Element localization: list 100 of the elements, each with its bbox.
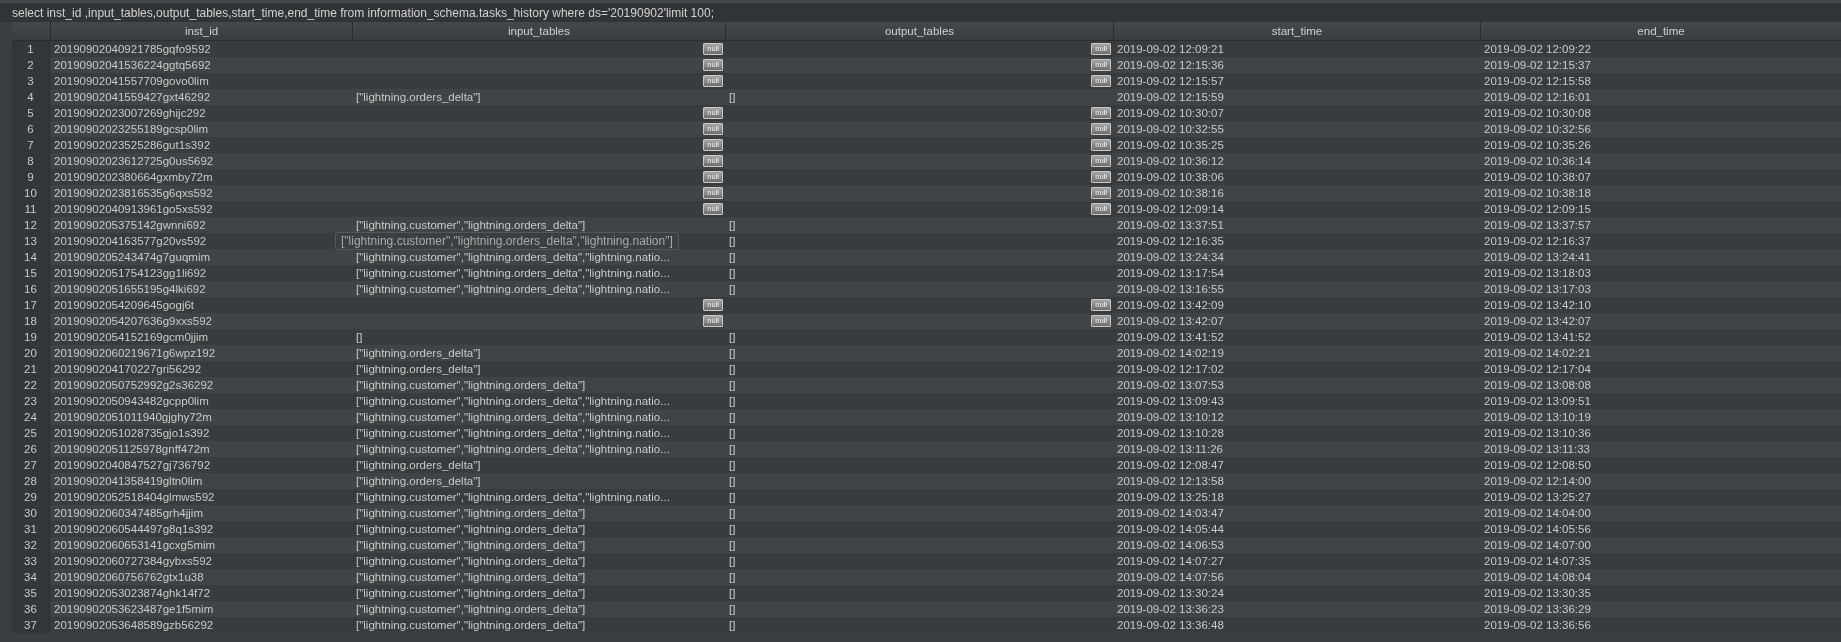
- table-cell-text: 2019-09-02 13:24:41: [1483, 250, 1592, 265]
- table-cell-text: ["lightning.customer","lightning.orders_delta"]: [355, 506, 587, 521]
- row-number: 3: [12, 73, 50, 89]
- table-cell-text: []: [728, 410, 737, 425]
- table-cell-text: []: [728, 490, 737, 505]
- table-cell-text: ["lightning.orders_delta"]: [355, 474, 482, 489]
- table-cell-text: 2019-09-02 14:08:04: [1483, 570, 1592, 585]
- table-cell-text: 2019-09-02 12:13:58: [1116, 474, 1225, 489]
- row-number: 26: [12, 441, 50, 457]
- table-cell-text: []: [728, 522, 737, 537]
- table-row[interactable]: 26 20190902051125978gnff472m ["lightning.customer","lightning.orders_delta","lightning.natio... [] 2019-09-02 13:11:26 2019-09-02 13:11:33: [12, 441, 1841, 457]
- table-row[interactable]: 16 20190902051655195g4lki692 ["lightning.customer","lightning.orders_delta","lightning.natio... [] 2019-09-02 13:16:55 2019-09-02 13:17:03: [12, 281, 1841, 297]
- table-cell-text: 2019090204170227gri56292: [53, 362, 203, 377]
- column-header[interactable]: input_tables: [352, 22, 725, 40]
- column-header[interactable]: end_time: [1480, 22, 1841, 40]
- table-row[interactable]: 20 20190902060219671g6wpz192 ["lightning.orders_delta"] [] 2019-09-02 14:02:19 2019-09-02 14:02:21: [12, 345, 1841, 361]
- table-cell-text: 2019-09-02 14:02:21: [1483, 346, 1592, 361]
- row-number: 37: [12, 617, 50, 633]
- table-cell-text: 2019-09-02 13:30:35: [1483, 586, 1592, 601]
- table-cell-text: ["lightning.orders_delta"]: [355, 90, 482, 105]
- table-row[interactable]: 4 20190902041559427gxt46292 ["lightning.orders_delta"] [] 2019-09-02 12:15:59 2019-09-02 12:16:01: [12, 89, 1841, 105]
- table-cell-text: 20190902053023874ghk14f72: [53, 586, 212, 601]
- table-cell-text: 20190902041536224ggtq5692: [53, 58, 212, 73]
- table-cell-text: 2019-09-02 12:17:02: [1116, 362, 1225, 377]
- table-cell-text: 2019-09-02 12:09:21: [1116, 42, 1225, 57]
- table-row[interactable]: 28 20190902041358419gltn0lim ["lightning.orders_delta"] [] 2019-09-02 12:13:58 2019-09-02 12:14:00: [12, 473, 1841, 489]
- table-cell-text: []: [728, 442, 737, 457]
- table-cell-text: 2019-09-02 12:17:04: [1483, 362, 1592, 377]
- table-cell-text: []: [728, 426, 737, 441]
- row-number: 29: [12, 489, 50, 505]
- table-cell-text: 20190902041557709govo0lim: [53, 74, 210, 89]
- table-cell-text: []: [728, 234, 737, 249]
- table-cell-text: 2019-09-02 14:03:47: [1116, 506, 1225, 521]
- table-row[interactable]: 30 20190902060347485grh4jjim ["lightning.customer","lightning.orders_delta"] [] 2019-09-02 14:03:47 2019-09-02 14:04:00: [12, 505, 1841, 521]
- table-row[interactable]: 34 20190902060756762gtx1u38 ["lightning.customer","lightning.orders_delta"] [] 2019-09-02 14:07:56 2019-09-02 14:08:04: [12, 569, 1841, 585]
- table-cell-text: 2019-09-02 13:09:51: [1483, 394, 1592, 409]
- table-cell-text: ["lightning.customer","lightning.orders_delta"]: [355, 378, 587, 393]
- table-cell-text: []: [355, 330, 364, 345]
- table-cell-text: 2019-09-02 13:17:54: [1116, 266, 1225, 281]
- row-number: 22: [12, 377, 50, 393]
- table-row[interactable]: 32 20190902060653141gcxg5mim ["lightning.customer","lightning.orders_delta"] [] 2019-09-02 14:06:53 2019-09-02 14:07:00: [12, 537, 1841, 553]
- table-cell-text: []: [728, 362, 737, 377]
- table-cell-text: 20190902060727384gybxs592: [53, 554, 213, 569]
- table-cell-text: 2019-09-02 13:10:36: [1483, 426, 1592, 441]
- table-cell-text: ["lightning.customer","lightning.orders_delta"]: [355, 570, 587, 585]
- table-cell-text: 2019-09-02 12:08:47: [1116, 458, 1225, 473]
- table-cell-text: 20190902051655195g4lki692: [53, 282, 207, 297]
- row-number: 28: [12, 473, 50, 489]
- table-cell-text: 2019-09-02 13:37:57: [1483, 218, 1592, 233]
- row-number: 30: [12, 505, 50, 521]
- table-row[interactable]: 12 2019090205375142gwnni692 ["lightning.customer","lightning.orders_delta"] [] 2019-09-02 13:37:51 2019-09-02 13:37:57: [12, 217, 1841, 233]
- table-cell-text: 20190902060347485grh4jjim: [53, 506, 204, 521]
- table-cell-text: ["lightning.orders_delta"]: [355, 346, 482, 361]
- sql-query[interactable]: select inst_id ,input_tables,output_tables,start_time,end_time from information_schema.tasks_history where ds='20190902'limit 100;: [12, 5, 714, 20]
- table-cell-text: 2019-09-02 13:24:34: [1116, 250, 1225, 265]
- table-row[interactable]: 36 20190902053623487ge1f5mim ["lightning.customer","lightning.orders_delta"] [] 2019-09-02 13:36:23 2019-09-02 13:36:29: [12, 601, 1841, 617]
- table-cell-text: 2019-09-02 10:30:07: [1116, 106, 1225, 121]
- table-cell-text: 20190902023007269ghijc292: [53, 106, 207, 121]
- table-cell-text: ["lightning.customer","lightning.orders_delta"]: [355, 218, 587, 233]
- table-cell-text: 2019-09-02 10:38:18: [1483, 186, 1592, 201]
- table-cell-text: 20190902053623487ge1f5mim: [53, 602, 215, 617]
- row-number: 23: [12, 393, 50, 409]
- table-cell-text: 2019-09-02 10:30:08: [1483, 106, 1592, 121]
- table-cell-text: ["lightning.customer","lightning.orders_delta","lightning.natio...: [355, 394, 671, 409]
- table-cell-text: []: [728, 90, 737, 105]
- table-cell-text: 2019-09-02 12:08:50: [1483, 458, 1592, 473]
- table-cell-text: 2019-09-02 12:15:58: [1483, 74, 1592, 89]
- row-number: 27: [12, 457, 50, 473]
- table-cell-text: ["lightning.customer","lightning.orders_delta"]: [355, 554, 587, 569]
- row-number: 15: [12, 265, 50, 281]
- column-header[interactable]: start_time: [1113, 22, 1480, 40]
- row-number: 25: [12, 425, 50, 441]
- column-header[interactable]: output_tables: [725, 22, 1113, 40]
- table-cell-text: 2019-09-02 10:38:06: [1116, 170, 1225, 185]
- row-number: 2: [12, 57, 50, 73]
- row-number: 34: [12, 569, 50, 585]
- table-cell-text: 2019090205375142gwnni692: [53, 218, 207, 233]
- table-cell-text: 2019090202380664gxmby72m: [53, 170, 214, 185]
- table-cell-text: 2019-09-02 13:09:43: [1116, 394, 1225, 409]
- table-cell-text: 2019-09-02 13:16:55: [1116, 282, 1225, 297]
- row-number: 35: [12, 585, 50, 601]
- row-number: 36: [12, 601, 50, 617]
- column-header[interactable]: inst_id: [50, 22, 352, 40]
- table-cell-text: 2019-09-02 13:11:26: [1116, 442, 1224, 457]
- table-cell-text: []: [728, 618, 737, 633]
- table-cell-text: 20190902054207636g9xxs592: [53, 314, 213, 329]
- table-cell-text: 2019-09-02 13:10:12: [1116, 410, 1225, 425]
- row-number: 31: [12, 521, 50, 537]
- table-row[interactable]: 14 2019090205243474g7guqmim ["lightning.customer","lightning.orders_delta","lightning.natio... [] 2019-09-02 13:24:34 2019-09-02 13:24:41: [12, 249, 1841, 265]
- table-cell-text: []: [728, 474, 737, 489]
- tooltip: ["lightning.customer","lightning.orders_delta","lightning.nation"]: [335, 232, 679, 250]
- table-row[interactable]: 24 20190902051011940gjghy72m ["lightning.customer","lightning.orders_delta","lightning.natio... [] 2019-09-02 13:10:12 2019-09-02 13:10:19: [12, 409, 1841, 425]
- table-cell-text: []: [728, 266, 737, 281]
- table-cell-text: 2019-09-02 12:15:57: [1116, 74, 1225, 89]
- table-cell-text: 20190902060756762gtx1u38: [53, 570, 205, 585]
- table-cell-text: 20190902023525286gut1s392: [53, 138, 212, 153]
- row-number: 17: [12, 297, 50, 313]
- table-row[interactable]: 22 20190902050752992g2s36292 ["lightning.customer","lightning.orders_delta"] [] 2019-09-02 13:07:53 2019-09-02 13:08:08: [12, 377, 1841, 393]
- table-cell-text: 2019-09-02 12:09:15: [1483, 202, 1592, 217]
- table-cell-text: 2019-09-02 13:42:07: [1483, 314, 1592, 329]
